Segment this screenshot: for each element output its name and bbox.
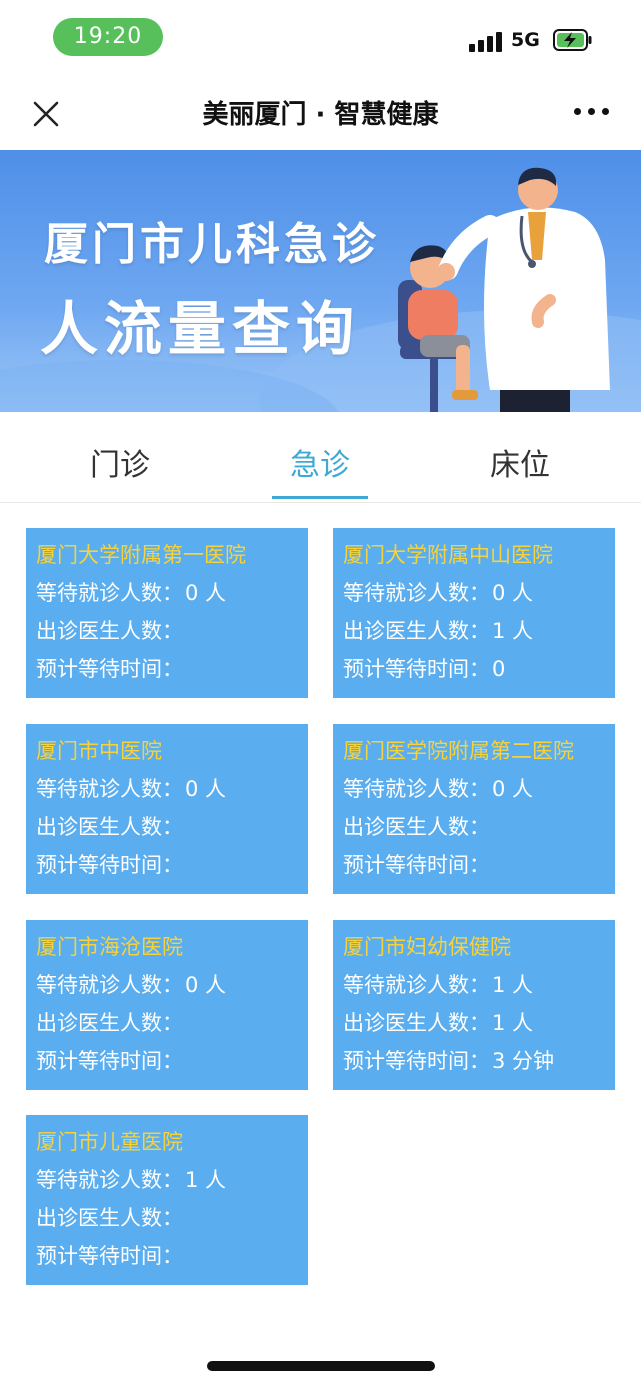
hospital-card[interactable]: 厦门市中医院 等待就诊人数：0 人 出诊医生人数： 预计等待时间：	[26, 724, 308, 894]
hospital-name: 厦门市海沧医院	[36, 935, 183, 959]
banner-title-line2: 人流量查询	[40, 295, 361, 363]
nav-bar: 美丽厦门 · 智慧健康	[0, 80, 641, 148]
waiting-label: 等待就诊人数：	[36, 1168, 183, 1192]
hospital-card[interactable]: 厦门医学院附属第二医院 等待就诊人数：0 人 出诊医生人数： 预计等待时间：	[333, 724, 615, 894]
waiting-label: 等待就诊人数：	[343, 581, 490, 605]
doctors-label: 出诊医生人数：	[343, 619, 490, 643]
hospital-card[interactable]: 厦门大学附属第一医院 等待就诊人数：0 人 出诊医生人数： 预计等待时间：	[26, 528, 308, 698]
doctors-label: 出诊医生人数：	[343, 815, 490, 839]
status-bar: 19:20 5G	[0, 0, 641, 80]
waiting-label: 等待就诊人数：	[36, 973, 183, 997]
waiting-value: 0 人	[492, 777, 534, 801]
doctor-child-illustration	[398, 167, 610, 412]
waiting-value: 0 人	[492, 581, 534, 605]
waiting-label: 等待就诊人数：	[343, 973, 490, 997]
waiting-value: 1 人	[185, 1168, 227, 1192]
tab-emergency[interactable]: 急诊	[245, 440, 395, 484]
signal-icon	[469, 30, 503, 52]
doctors-value: 1 人	[492, 619, 534, 643]
wait-time-label: 预计等待时间：	[343, 1049, 490, 1073]
hospital-card[interactable]: 厦门市妇幼保健院 等待就诊人数：1 人 出诊医生人数：1 人 预计等待时间：3 …	[333, 920, 615, 1090]
more-options-icon[interactable]	[572, 105, 612, 119]
wait-time-label: 预计等待时间：	[36, 853, 183, 877]
doctors-label: 出诊医生人数：	[343, 1011, 490, 1035]
banner: 厦门市儿科急诊 人流量查询	[0, 150, 641, 412]
wait-time-label: 预计等待时间：	[343, 853, 490, 877]
wait-time-label: 预计等待时间：	[343, 657, 490, 681]
hospital-name: 厦门市中医院	[36, 739, 162, 763]
department-tabs: 门诊 急诊 床位	[0, 412, 641, 503]
hospital-name: 厦门大学附属中山医院	[343, 543, 553, 567]
network-type: 5G	[511, 29, 540, 51]
battery-charging-icon	[553, 29, 592, 51]
hospital-card[interactable]: 厦门市海沧医院 等待就诊人数：0 人 出诊医生人数： 预计等待时间：	[26, 920, 308, 1090]
doctors-label: 出诊医生人数：	[36, 1206, 183, 1230]
status-time: 19:20	[53, 18, 163, 56]
tab-beds[interactable]: 床位	[445, 440, 595, 484]
wait-time-label: 预计等待时间：	[36, 1049, 183, 1073]
waiting-value: 0 人	[185, 973, 227, 997]
doctors-label: 出诊医生人数：	[36, 619, 183, 643]
hospital-name: 厦门市儿童医院	[36, 1130, 183, 1154]
waiting-label: 等待就诊人数：	[343, 777, 490, 801]
hospital-card[interactable]: 厦门大学附属中山医院 等待就诊人数：0 人 出诊医生人数：1 人 预计等待时间：…	[333, 528, 615, 698]
hospital-name: 厦门市妇幼保健院	[343, 935, 511, 959]
home-indicator[interactable]	[207, 1361, 435, 1371]
doctors-value: 1 人	[492, 1011, 534, 1035]
hospital-name: 厦门医学院附属第二医院	[343, 739, 574, 763]
page-title: 美丽厦门 · 智慧健康	[202, 100, 439, 130]
waiting-value: 0 人	[185, 777, 227, 801]
waiting-value: 0 人	[185, 581, 227, 605]
hospital-card[interactable]: 厦门市儿童医院 等待就诊人数：1 人 出诊医生人数： 预计等待时间：	[26, 1115, 308, 1285]
banner-title-line1: 厦门市儿科急诊	[44, 219, 380, 270]
waiting-label: 等待就诊人数：	[36, 581, 183, 605]
waiting-label: 等待就诊人数：	[36, 777, 183, 801]
waiting-value: 1 人	[492, 973, 534, 997]
tab-outpatient[interactable]: 门诊	[45, 440, 195, 484]
hospital-name: 厦门大学附属第一医院	[36, 543, 246, 567]
doctors-label: 出诊医生人数：	[36, 1011, 183, 1035]
wait-time-label: 预计等待时间：	[36, 1244, 183, 1268]
wait-time-value: 0	[492, 657, 506, 681]
active-tab-indicator	[272, 496, 368, 499]
wait-time-value: 3 分钟	[492, 1049, 555, 1073]
wait-time-label: 预计等待时间：	[36, 657, 183, 681]
doctors-label: 出诊医生人数：	[36, 815, 183, 839]
